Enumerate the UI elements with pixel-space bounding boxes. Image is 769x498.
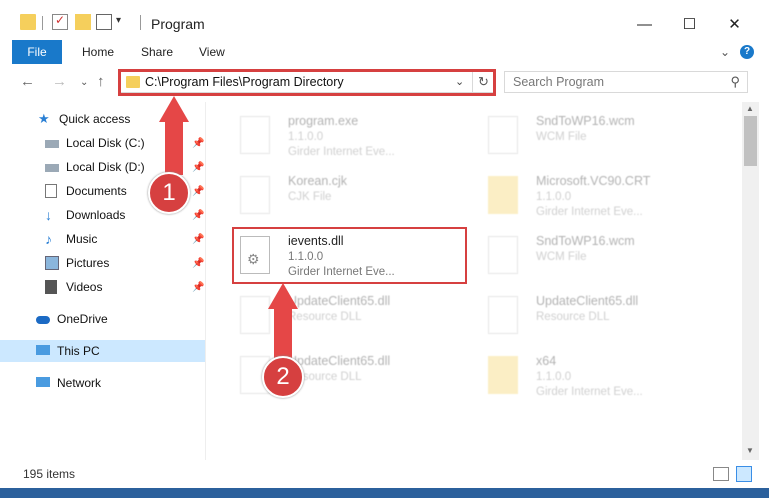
file-icon <box>488 236 518 274</box>
search-placeholder: Search Program <box>513 75 605 89</box>
videos-icon <box>45 280 57 294</box>
item-count: 195 items <box>23 467 76 481</box>
maximize-button[interactable]: ☐ <box>667 10 712 40</box>
sidebar-item-this-pc[interactable]: This PC <box>0 340 205 362</box>
vertical-scrollbar[interactable]: ▲ ▼ <box>742 102 759 460</box>
file-item[interactable]: SndToWP16.wcm WCM File <box>480 106 710 164</box>
arrow-shaft <box>274 307 292 359</box>
file-item[interactable]: x64 1.1.0.0 Girder Internet Eve... <box>480 346 710 404</box>
highlight-box <box>118 69 496 96</box>
dll-file-icon <box>488 296 518 334</box>
drive-icon <box>45 140 59 148</box>
close-button[interactable]: ✕ <box>712 10 757 40</box>
large-icons-view-icon[interactable] <box>736 466 752 482</box>
expand-ribbon-icon[interactable]: ⌄ <box>720 45 730 59</box>
scroll-up-icon[interactable]: ▲ <box>746 104 754 113</box>
pin-icon[interactable]: 📌 <box>192 282 204 293</box>
customize-toolbar-dropdown[interactable]: ▾ <box>116 15 121 26</box>
recent-locations-icon[interactable]: ⌄ <box>80 77 88 88</box>
file-item[interactable]: UpdateClient65.dll Resource DLL <box>232 286 462 344</box>
back-arrow-icon[interactable]: ← <box>20 73 35 90</box>
details-view-icon[interactable] <box>713 467 729 481</box>
divider <box>42 16 43 30</box>
explorer-window: ▾ Program — ☐ ✕ File Home Share View ⌄ ?… <box>0 0 769 498</box>
arrow-up-icon <box>268 283 298 309</box>
folder-icon[interactable] <box>20 14 36 30</box>
computer-icon <box>36 345 50 355</box>
properties-icon[interactable] <box>52 13 68 30</box>
folder-icon <box>488 176 518 214</box>
file-list: program.exe 1.1.0.0 Girder Internet Eve.… <box>212 102 742 460</box>
file-item[interactable]: SndToWP16.wcm WCM File <box>480 226 710 284</box>
pin-icon[interactable]: 📌 <box>192 162 204 173</box>
ribbon-tabs: File Home Share View <box>0 40 769 64</box>
pin-icon[interactable]: 📌 <box>192 258 204 269</box>
scroll-down-icon[interactable]: ▼ <box>746 446 754 455</box>
file-item[interactable]: program.exe 1.1.0.0 Girder Internet Eve.… <box>232 106 462 164</box>
minimize-button[interactable]: — <box>622 10 667 40</box>
exe-file-icon <box>240 116 270 154</box>
help-icon[interactable]: ? <box>740 45 754 59</box>
up-arrow-icon[interactable]: ↑ <box>97 73 105 90</box>
file-icon <box>240 176 270 214</box>
network-icon <box>36 377 50 387</box>
step-badge-1: 1 <box>148 172 190 214</box>
pin-icon[interactable]: 📌 <box>192 186 204 197</box>
window-title: Program <box>151 16 205 32</box>
status-bar: 195 items <box>0 460 769 488</box>
arrow-up-icon <box>159 96 189 122</box>
pin-icon[interactable]: 📌 <box>192 234 204 245</box>
star-icon: ★ <box>38 111 50 126</box>
pictures-icon <box>45 256 59 270</box>
file-item[interactable]: Microsoft.VC90.CRT 1.1.0.0 Girder Intern… <box>480 166 710 224</box>
title-bar: ▾ Program — ☐ ✕ <box>0 0 769 40</box>
search-icon[interactable]: ⚲ <box>730 74 740 90</box>
folder-icon <box>488 356 518 394</box>
file-icon <box>488 116 518 154</box>
divider <box>140 15 141 30</box>
step-badge-2: 2 <box>262 356 304 398</box>
music-icon: ♪ <box>45 231 52 247</box>
pin-icon[interactable]: 📌 <box>192 138 204 149</box>
pane-divider <box>205 102 206 460</box>
tab-file[interactable]: File <box>12 40 62 64</box>
file-item[interactable]: Korean.cjk CJK File <box>232 166 462 224</box>
search-input[interactable]: Search Program ⚲ <box>504 71 748 93</box>
tab-home[interactable]: Home <box>82 40 114 64</box>
cloud-icon <box>36 316 50 324</box>
forward-arrow-icon[interactable]: → <box>52 73 67 90</box>
highlight-box <box>232 227 467 284</box>
file-item[interactable]: UpdateClient65.dll Resource DLL <box>480 286 710 344</box>
dll-file-icon <box>240 296 270 334</box>
tab-view[interactable]: View <box>199 40 225 64</box>
pin-icon[interactable]: 📌 <box>192 210 204 221</box>
drive-icon <box>45 164 59 172</box>
desktop-background <box>0 488 769 498</box>
new-folder-icon[interactable] <box>75 14 91 30</box>
download-icon: ↓ <box>45 207 52 223</box>
tab-share[interactable]: Share <box>141 40 173 64</box>
view-icon[interactable] <box>96 14 112 30</box>
arrow-shaft <box>165 120 183 175</box>
scrollbar-thumb[interactable] <box>744 116 757 166</box>
documents-icon <box>45 184 57 198</box>
